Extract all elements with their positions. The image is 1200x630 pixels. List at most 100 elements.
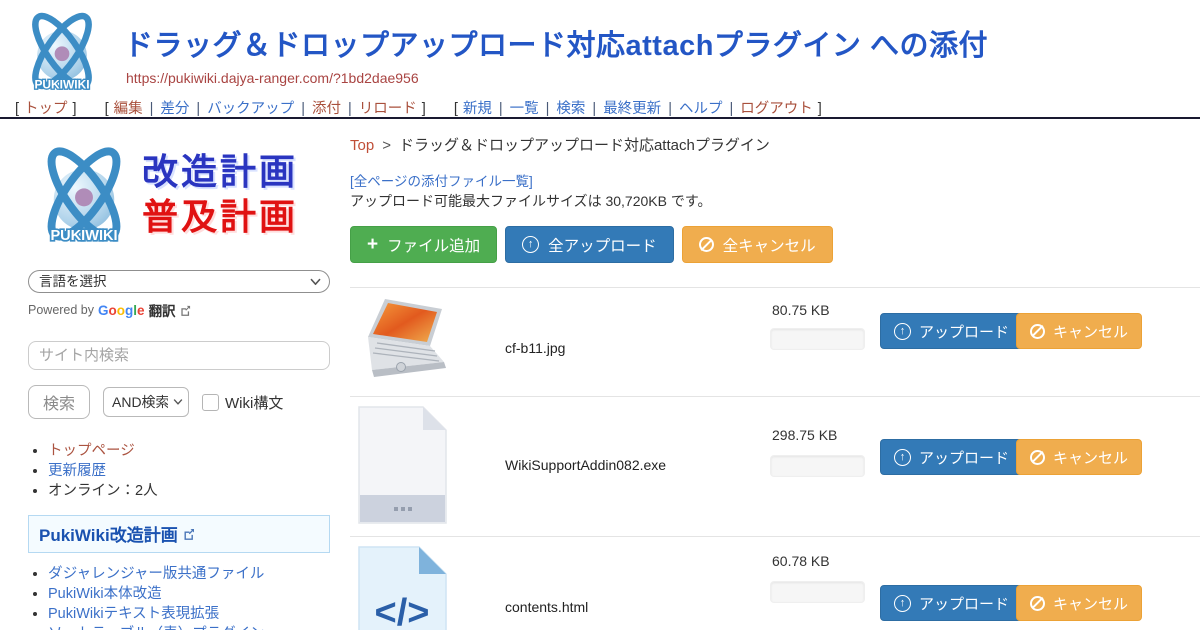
sidebar-link-core-mod[interactable]: PukiWiki本体改造 — [48, 586, 162, 602]
cancel-file-button[interactable]: キャンセル — [1016, 585, 1142, 621]
list-item: オンライン：2人 — [48, 482, 330, 501]
nav-link-recent[interactable]: 最終更新 — [603, 101, 661, 117]
nav-link-new[interactable]: 新規 — [463, 101, 492, 117]
nav-link-help[interactable]: ヘルプ — [679, 101, 723, 117]
max-filesize-note: アップロード可能最大ファイルサイズは 30,720KB です。 — [350, 191, 711, 211]
upload-file-button[interactable]: ↑ アップロード — [880, 439, 1023, 475]
main-content: Top>ドラッグ＆ドロップアップロード対応attachプラグイン [全ページの添… — [350, 130, 1200, 630]
breadcrumb: Top>ドラッグ＆ドロップアップロード対応attachプラグイン — [350, 134, 770, 155]
upload-icon: ↑ — [522, 236, 539, 253]
nav-link-reload[interactable]: リロード — [359, 101, 417, 117]
cancel-file-button[interactable]: キャンセル — [1016, 439, 1142, 475]
page-url[interactable]: https://pukiwiki.dajya-ranger.com/?1bd2d… — [126, 70, 419, 86]
breadcrumb-home-link[interactable]: Top — [350, 137, 374, 154]
nav-group-top: [ トップ] — [10, 101, 82, 117]
plus-icon: + — [367, 235, 378, 254]
external-link-icon — [180, 305, 191, 316]
file-name: cf-b11.jpg — [505, 340, 565, 356]
nav-group-page: [編集|差分|バックアップ|添付|リロード] — [100, 101, 431, 117]
list-item: PukiWikiテキスト表現拡張 — [48, 605, 330, 624]
upload-label: アップロード — [919, 321, 1009, 342]
site-search-input[interactable] — [28, 341, 330, 370]
top-navigation: [トップ] [編集|差分|バックアップ|添付|リロード] [新規|一覧|検索|最… — [10, 97, 841, 118]
cancel-label: キャンセル — [1053, 593, 1128, 614]
file-name: WikiSupportAddin082.exe — [505, 457, 666, 473]
nav-link-logout[interactable]: ログアウト — [740, 101, 813, 117]
upload-icon: ↑ — [894, 449, 911, 466]
nav-link-list[interactable]: 一覧 — [510, 101, 539, 117]
add-files-button[interactable]: + ファイル追加 — [350, 226, 497, 263]
bulk-action-buttons: + ファイル追加 ↑ 全アップロード 全キャンセル — [350, 226, 833, 263]
translate-link[interactable]: 翻訳 — [149, 300, 176, 320]
svg-text:</>: </> — [375, 592, 430, 630]
google-letter: o — [117, 303, 125, 318]
sidebar: PUKIWIKI 改造計画 普及計画 言語を選択 Powered by Goog… — [28, 130, 330, 630]
pipe: | — [499, 101, 503, 117]
cancel-label: キャンセル — [1053, 321, 1128, 342]
upload-file-button[interactable]: ↑ アップロード — [880, 585, 1023, 621]
file-row: WikiSupportAddin082.exe 298.75 KB ↑ アップロ… — [350, 397, 1200, 536]
pipe: | — [301, 101, 305, 117]
and-search-select[interactable]: AND検索 — [103, 387, 189, 417]
upload-label: アップロード — [919, 593, 1009, 614]
nav-link-backup[interactable]: バックアップ — [207, 101, 294, 117]
pukiwiki-attach-page: PUKIWIKI ドラッグ＆ドロップアップロード対応attachプラグイン への… — [0, 0, 1200, 630]
cancel-file-button[interactable]: キャンセル — [1016, 313, 1142, 349]
sidebar-quick-links: トップページ 更新履歴 オンライン：2人 — [28, 442, 330, 501]
cancel-all-label: 全キャンセル — [723, 234, 816, 256]
sidebar-link-toppage[interactable]: トップページ — [48, 443, 135, 459]
language-select-wrap: 言語を選択 — [28, 270, 330, 293]
list-item: 更新履歴 — [48, 462, 330, 481]
nav-link-search[interactable]: 検索 — [556, 101, 585, 117]
upload-label: アップロード — [919, 447, 1009, 468]
laptop-photo-thumbnail — [355, 296, 450, 380]
all-attachments-link[interactable]: [全ページの添付ファイル一覧] — [350, 170, 533, 190]
bracket: [ — [15, 101, 19, 117]
ban-icon — [1030, 324, 1045, 339]
sidebar-link-sort-table[interactable]: ソートテーブル（表）プラグイン — [48, 626, 265, 630]
nav-link-edit[interactable]: 編集 — [114, 101, 143, 117]
page-title: ドラッグ＆ドロップアップロード対応attachプラグイン への添付 — [124, 22, 988, 64]
banner-brand-text: PUKIWIKI — [50, 228, 117, 244]
sidebar-link-history[interactable]: 更新履歴 — [48, 463, 106, 479]
pipe: | — [348, 101, 352, 117]
sidebar-section-title[interactable]: PukiWiki改造計画 — [28, 515, 330, 553]
cancel-all-button[interactable]: 全キャンセル — [682, 226, 833, 263]
google-letter: e — [137, 303, 145, 318]
upload-progress-bar — [770, 455, 865, 477]
wiki-syntax-option: Wiki構文 — [202, 392, 283, 413]
ban-icon — [1030, 450, 1045, 465]
banner-line-kaizou: 改造計画 — [142, 149, 298, 194]
google-letter: G — [98, 303, 109, 318]
sidebar-link-text-ext[interactable]: PukiWikiテキスト表現拡張 — [48, 606, 219, 622]
logo-brand-text: PUKIWIKI — [34, 78, 89, 92]
list-item: PukiWiki本体改造 — [48, 585, 330, 604]
sidebar-link-common-files[interactable]: ダジャレンジャー版共通ファイル — [48, 566, 264, 582]
pukiwiki-atom-logo[interactable]: PUKIWIKI — [14, 5, 110, 97]
nav-link-top[interactable]: トップ — [24, 101, 68, 117]
google-letter: o — [109, 303, 117, 318]
section-title-label: PukiWiki改造計画 — [39, 521, 178, 546]
pipe: | — [546, 101, 550, 117]
nav-link-attach[interactable]: 添付 — [312, 101, 341, 117]
upload-all-button[interactable]: ↑ 全アップロード — [505, 226, 674, 263]
banner-atom-logo: PUKIWIKI — [28, 134, 140, 254]
sidebar-online-count: オンライン：2人 — [48, 483, 158, 499]
nav-link-diff[interactable]: 差分 — [160, 101, 189, 117]
ban-icon — [1030, 596, 1045, 611]
bracket: ] — [422, 101, 426, 117]
file-size: 60.78 KB — [772, 553, 830, 569]
wiki-syntax-checkbox[interactable] — [202, 394, 219, 411]
list-item: ソートテーブル（表）プラグイン — [48, 625, 330, 630]
upload-file-button[interactable]: ↑ アップロード — [880, 313, 1023, 349]
banner-slogan: 改造計画 普及計画 — [142, 149, 298, 239]
list-item: トップページ — [48, 442, 330, 461]
sidebar-banner-image[interactable]: PUKIWIKI 改造計画 普及計画 — [28, 130, 330, 258]
language-select[interactable]: 言語を選択 — [28, 270, 330, 293]
and-search-select-wrap: AND検索 — [103, 387, 189, 417]
search-button[interactable]: 検索 — [28, 385, 90, 419]
bracket: ] — [73, 101, 77, 117]
header-divider — [0, 117, 1200, 119]
pipe: | — [196, 101, 200, 117]
pipe: | — [668, 101, 672, 117]
